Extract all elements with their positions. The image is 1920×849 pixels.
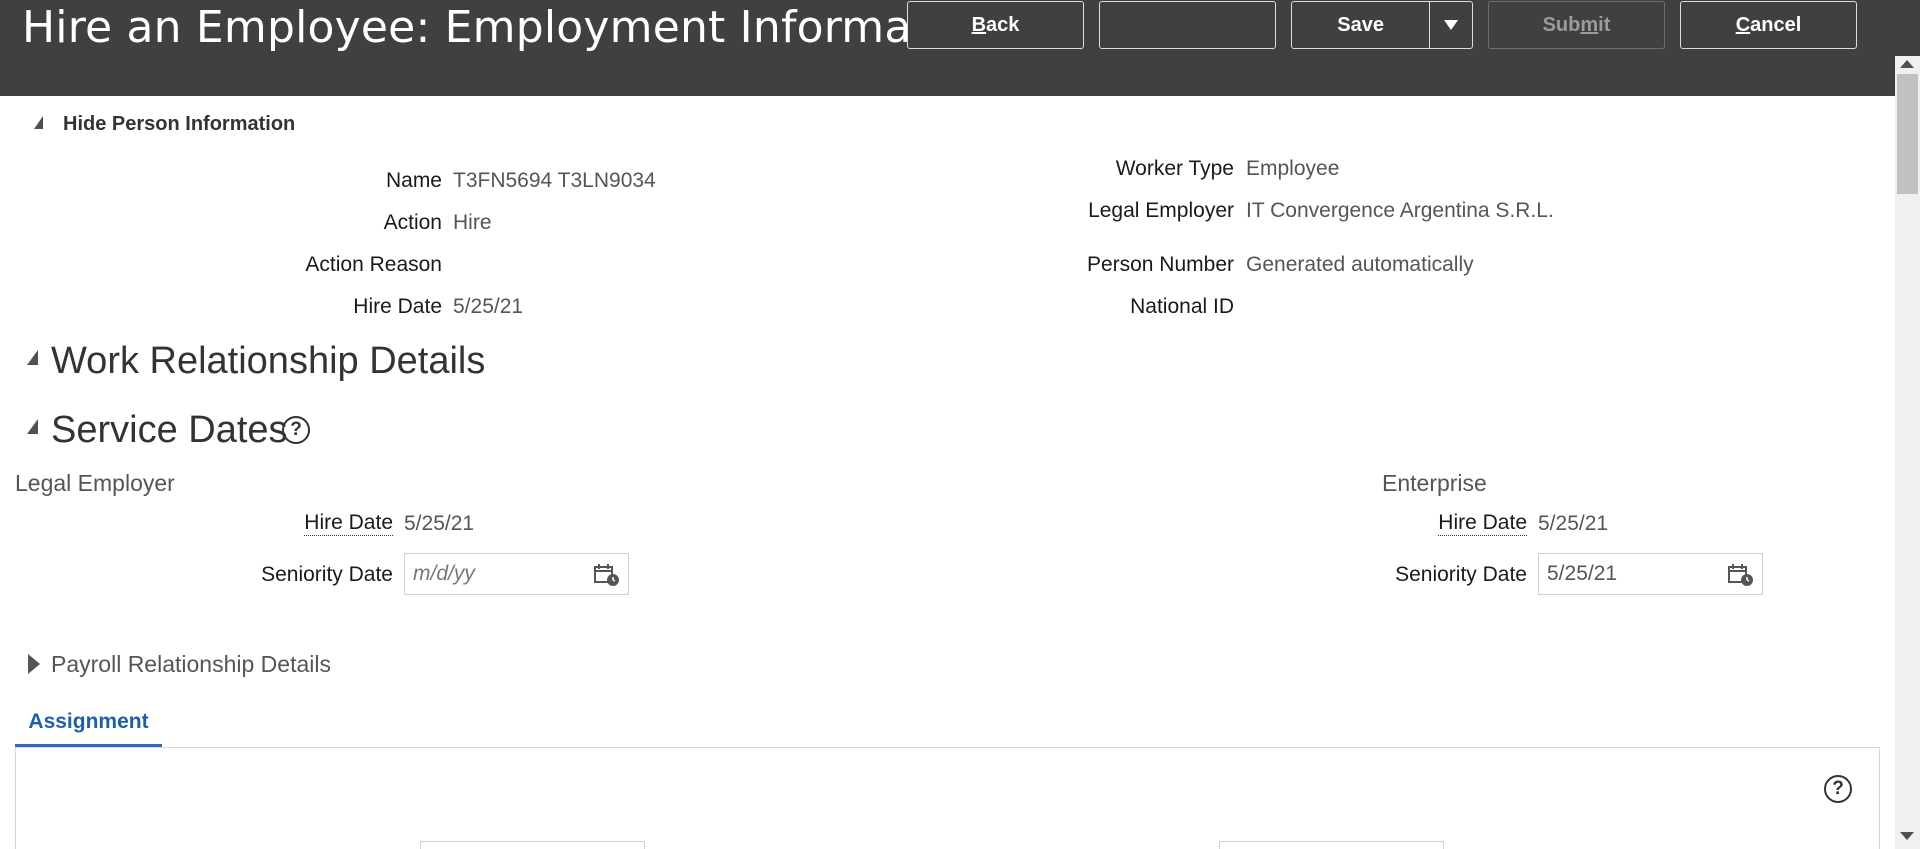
action-value: Hire	[453, 211, 492, 234]
tab-assignment[interactable]: Assignment	[15, 700, 162, 748]
hire-date-value: 5/25/21	[453, 295, 524, 318]
payroll-expand-triangle-icon[interactable]	[28, 654, 40, 674]
work-relationship-collapse-triangle-icon[interactable]	[27, 350, 38, 365]
service-dates-heading[interactable]: Service Dates	[51, 409, 288, 452]
enterprise-heading: Enterprise	[1382, 470, 1487, 496]
submit-button-label-post: it	[1598, 13, 1611, 36]
work-relationship-details-heading[interactable]: Work Relationship Details	[51, 340, 485, 383]
calendar-icon[interactable]	[594, 563, 620, 587]
ent-seniority-date-label: Seniority Date	[1395, 563, 1527, 586]
name-value: T3FN5694 T3LN9034	[453, 169, 656, 192]
legal-employer-value: IT Convergence Argentina S.R.L.	[1246, 199, 1554, 222]
le-seniority-date-field[interactable]	[404, 553, 629, 595]
save-button[interactable]: Save	[1291, 1, 1473, 49]
back-button[interactable]: Back	[907, 1, 1084, 49]
person-number-value: Generated automatically	[1246, 253, 1474, 276]
action-label: Action	[383, 211, 442, 234]
assignment-field-stub-left[interactable]	[420, 841, 645, 849]
le-hire-date-label[interactable]: Hire Date	[304, 511, 393, 536]
page-header: Hire an Employee: Employment Information…	[0, 0, 1920, 96]
page-title: Hire an Employee: Employment Information	[22, 2, 997, 53]
scroll-up-arrow-icon[interactable]	[1900, 60, 1914, 68]
national-id-label: National ID	[1130, 295, 1234, 318]
cancel-button-label: ancel	[1750, 13, 1802, 36]
le-hire-date-value: 5/25/21	[404, 512, 475, 535]
scrollbar-thumb[interactable]	[1897, 74, 1918, 194]
back-button-mnemonic: B	[971, 13, 987, 36]
action-reason-label: Action Reason	[305, 253, 442, 276]
back-button-label: ack	[986, 13, 1020, 36]
blank-button[interactable]	[1099, 1, 1276, 49]
legal-employer-label: Legal Employer	[1088, 199, 1234, 222]
submit-button[interactable]: Sub m it	[1488, 1, 1665, 49]
ent-hire-date-value: 5/25/21	[1538, 512, 1609, 535]
assignment-field-stub-right[interactable]	[1219, 841, 1444, 849]
save-button-label: Save	[1337, 13, 1384, 36]
worker-type-value: Employee	[1246, 157, 1340, 180]
name-label: Name	[385, 169, 442, 192]
le-seniority-date-label: Seniority Date	[261, 563, 393, 586]
assignment-panel	[15, 747, 1880, 849]
hire-date-label: Hire Date	[353, 295, 442, 318]
legal-employer-heading: Legal Employer	[15, 470, 175, 496]
ent-seniority-date-field[interactable]	[1538, 553, 1763, 595]
le-seniority-date-input[interactable]	[413, 562, 583, 586]
service-dates-help-icon[interactable]: ?	[282, 416, 310, 444]
hide-person-information-toggle[interactable]: Hide Person Information	[63, 113, 295, 136]
assignment-help-icon[interactable]: ?	[1824, 775, 1852, 803]
hide-person-collapse-triangle-icon[interactable]	[34, 116, 43, 129]
submit-button-label-pre: Sub	[1542, 13, 1581, 36]
cancel-button-mnemonic: C	[1735, 13, 1751, 36]
payroll-relationship-details-heading[interactable]: Payroll Relationship Details	[51, 651, 331, 678]
scroll-down-arrow-icon[interactable]	[1900, 832, 1914, 840]
cancel-button[interactable]: Cancel	[1680, 1, 1857, 49]
calendar-icon[interactable]	[1728, 563, 1754, 587]
worker-type-label: Worker Type	[1115, 157, 1234, 180]
person-number-label: Person Number	[1086, 253, 1234, 276]
save-menu-chevron-down-icon[interactable]	[1430, 20, 1472, 30]
ent-hire-date-label[interactable]: Hire Date	[1438, 511, 1527, 536]
ent-seniority-date-input[interactable]	[1547, 562, 1717, 586]
submit-button-mnemonic: m	[1580, 13, 1599, 36]
service-dates-collapse-triangle-icon[interactable]	[27, 419, 38, 434]
